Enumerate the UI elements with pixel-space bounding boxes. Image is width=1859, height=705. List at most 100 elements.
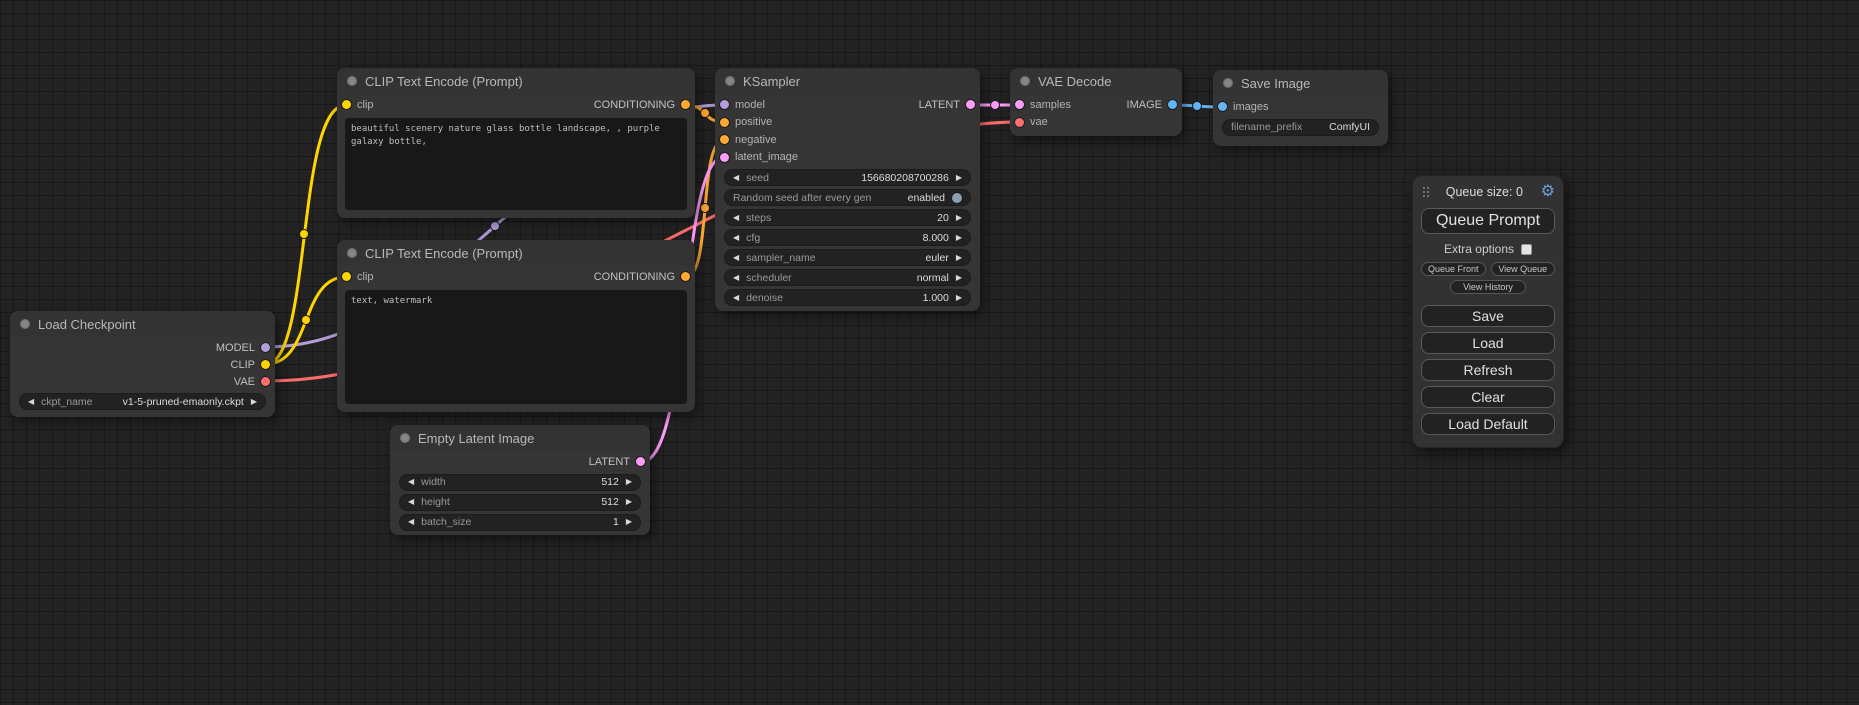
queue-prompt-button[interactable]: Queue Prompt [1421, 208, 1555, 234]
prompt-textarea[interactable]: beautiful scenery nature glass bottle la… [345, 118, 687, 210]
next-value-arrow-icon[interactable]: ▶ [626, 498, 632, 506]
settings-gear-icon[interactable]: ⚙ [1541, 184, 1555, 200]
node-title-bar[interactable]: VAE Decode [1010, 68, 1182, 94]
node-title-bar[interactable]: Load Checkpoint [10, 311, 275, 337]
input-dot-samples[interactable] [1015, 100, 1024, 109]
node-vae-decode[interactable]: VAE Decode samples IMAGE vae [1010, 68, 1182, 136]
collapse-dot-icon[interactable] [20, 319, 30, 329]
output-dot-latent[interactable] [966, 100, 975, 109]
next-value-arrow-icon[interactable]: ▶ [251, 398, 257, 406]
widget-filename-prefix[interactable]: filename_prefix ComfyUI [1223, 120, 1378, 135]
widget-random-seed-toggle[interactable]: Random seed after every gen enabled [725, 190, 970, 205]
output-dot-vae[interactable] [261, 377, 270, 386]
next-value-arrow-icon[interactable]: ▶ [956, 214, 962, 222]
collapse-dot-icon[interactable] [400, 433, 410, 443]
widget-height[interactable]: ◀ height 512 ▶ [400, 495, 640, 510]
output-dot-image[interactable] [1168, 100, 1177, 109]
input-slot-negative[interactable]: negative [720, 134, 777, 146]
output-slot-conditioning[interactable]: CONDITIONING [594, 271, 690, 283]
output-dot-conditioning[interactable] [681, 272, 690, 281]
input-slot-vae[interactable]: vae [1015, 116, 1048, 128]
save-button[interactable]: Save [1421, 305, 1555, 327]
prompt-textarea[interactable]: text, watermark [345, 290, 687, 404]
input-slot-model[interactable]: model [720, 99, 765, 111]
prev-value-arrow-icon[interactable]: ◀ [733, 214, 739, 222]
next-value-arrow-icon[interactable]: ▶ [626, 478, 632, 486]
input-slot-images[interactable]: images [1218, 101, 1268, 113]
prev-value-arrow-icon[interactable]: ◀ [28, 398, 34, 406]
node-title-bar[interactable]: CLIP Text Encode (Prompt) [337, 68, 695, 94]
prev-value-arrow-icon[interactable]: ◀ [733, 254, 739, 262]
widget-scheduler[interactable]: ◀ scheduler normal ▶ [725, 270, 970, 285]
view-history-button[interactable]: View History [1450, 280, 1526, 294]
input-slot-clip[interactable]: clip [342, 271, 374, 283]
prev-value-arrow-icon[interactable]: ◀ [408, 518, 414, 526]
input-dot-model[interactable] [720, 100, 729, 109]
output-slot-conditioning[interactable]: CONDITIONING [594, 99, 690, 111]
toggle-indicator-icon[interactable] [952, 193, 962, 203]
drag-handle-icon[interactable] [1423, 187, 1425, 189]
next-value-arrow-icon[interactable]: ▶ [956, 234, 962, 242]
output-dot-latent[interactable] [636, 457, 645, 466]
node-title-bar[interactable]: Save Image [1213, 70, 1388, 96]
prev-value-arrow-icon[interactable]: ◀ [408, 498, 414, 506]
collapse-dot-icon[interactable] [1223, 78, 1233, 88]
collapse-dot-icon[interactable] [347, 76, 357, 86]
clear-button[interactable]: Clear [1421, 386, 1555, 408]
input-dot-clip[interactable] [342, 100, 351, 109]
node-save-image[interactable]: Save Image images filename_prefix ComfyU… [1213, 70, 1388, 146]
input-dot-latent-image[interactable] [720, 153, 729, 162]
output-slot-model[interactable]: MODEL [216, 342, 270, 354]
output-slot-latent[interactable]: LATENT [919, 99, 975, 111]
output-slot-vae[interactable]: VAE [234, 376, 270, 388]
input-dot-positive[interactable] [720, 118, 729, 127]
input-dot-negative[interactable] [720, 135, 729, 144]
output-dot-clip[interactable] [261, 360, 270, 369]
node-clip-text-encode-negative[interactable]: CLIP Text Encode (Prompt) clip CONDITION… [337, 240, 695, 412]
input-slot-positive[interactable]: positive [720, 116, 772, 128]
widget-width[interactable]: ◀ width 512 ▶ [400, 475, 640, 490]
prev-value-arrow-icon[interactable]: ◀ [733, 234, 739, 242]
output-slot-latent[interactable]: LATENT [589, 456, 645, 468]
extra-options-checkbox[interactable] [1521, 244, 1532, 255]
collapse-dot-icon[interactable] [725, 76, 735, 86]
node-ksampler[interactable]: KSampler model LATENT positive negative [715, 68, 980, 311]
next-value-arrow-icon[interactable]: ▶ [956, 254, 962, 262]
node-empty-latent-image[interactable]: Empty Latent Image LATENT ◀ width 512 ▶ … [390, 425, 650, 535]
input-dot-vae[interactable] [1015, 118, 1024, 127]
node-title-bar[interactable]: CLIP Text Encode (Prompt) [337, 240, 695, 266]
refresh-button[interactable]: Refresh [1421, 359, 1555, 381]
output-slot-clip[interactable]: CLIP [231, 359, 270, 371]
node-title-bar[interactable]: KSampler [715, 68, 980, 94]
queue-front-button[interactable]: Queue Front [1421, 262, 1486, 276]
input-slot-samples[interactable]: samples [1015, 99, 1071, 111]
output-dot-conditioning[interactable] [681, 100, 690, 109]
input-dot-images[interactable] [1218, 102, 1227, 111]
input-dot-clip[interactable] [342, 272, 351, 281]
load-default-button[interactable]: Load Default [1421, 413, 1555, 435]
prev-value-arrow-icon[interactable]: ◀ [408, 478, 414, 486]
widget-denoise[interactable]: ◀ denoise 1.000 ▶ [725, 290, 970, 305]
collapse-dot-icon[interactable] [1020, 76, 1030, 86]
view-queue-button[interactable]: View Queue [1491, 262, 1556, 276]
next-value-arrow-icon[interactable]: ▶ [956, 274, 962, 282]
widget-steps[interactable]: ◀ steps 20 ▶ [725, 210, 970, 225]
collapse-dot-icon[interactable] [347, 248, 357, 258]
widget-sampler-name[interactable]: ◀ sampler_name euler ▶ [725, 250, 970, 265]
next-value-arrow-icon[interactable]: ▶ [956, 174, 962, 182]
widget-seed[interactable]: ◀ seed 156680208700286 ▶ [725, 170, 970, 185]
input-slot-clip[interactable]: clip [342, 99, 374, 111]
output-slot-image[interactable]: IMAGE [1127, 99, 1177, 111]
widget-cfg[interactable]: ◀ cfg 8.000 ▶ [725, 230, 970, 245]
node-title-bar[interactable]: Empty Latent Image [390, 425, 650, 451]
widget-batch-size[interactable]: ◀ batch_size 1 ▶ [400, 515, 640, 530]
prev-value-arrow-icon[interactable]: ◀ [733, 294, 739, 302]
output-dot-model[interactable] [261, 343, 270, 352]
prev-value-arrow-icon[interactable]: ◀ [733, 174, 739, 182]
next-value-arrow-icon[interactable]: ▶ [956, 294, 962, 302]
next-value-arrow-icon[interactable]: ▶ [626, 518, 632, 526]
widget-ckpt-name[interactable]: ◀ ckpt_name v1-5-pruned-emaonly.ckpt ▶ [20, 394, 265, 409]
load-button[interactable]: Load [1421, 332, 1555, 354]
node-load-checkpoint[interactable]: Load Checkpoint MODEL CLIP VAE ◀ ckpt_na… [10, 311, 275, 417]
input-slot-latent-image[interactable]: latent_image [720, 151, 798, 163]
